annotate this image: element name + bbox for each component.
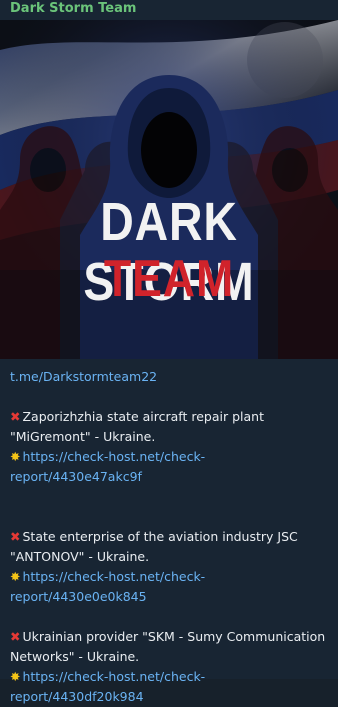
post-item: ✖ Ukrainian provider "SKM - Sumy Communic…	[10, 627, 328, 707]
check-host-link-cont[interactable]: report/4430df20k984	[10, 689, 144, 704]
post-target: State enterprise of the aviation industr…	[22, 529, 298, 544]
post-target-cont: "ANTONOV" - Ukraine.	[10, 549, 150, 564]
check-host-link[interactable]: https://check-host.net/check-	[22, 449, 205, 464]
channel-name[interactable]: Dark Storm Team	[0, 0, 338, 20]
poster-title-line2: TEAM	[103, 250, 235, 308]
post-target: Zaporizhzhia state aircraft repair plant	[22, 409, 264, 424]
check-host-link[interactable]: https://check-host.net/check-	[22, 569, 205, 584]
post-target-cont: Networks" - Ukraine.	[10, 649, 140, 664]
check-host-link-cont[interactable]: report/4430e47akc9f	[10, 469, 142, 484]
channel-link[interactable]: t.me/Darkstormteam22	[10, 369, 157, 384]
post-item: ✖ Zaporizhzhia state aircraft repair plan…	[10, 407, 328, 487]
message-bubble: Dark Storm Team DARK STORM TEAM t.me/Dar…	[0, 0, 338, 704]
cross-mark-icon: ✖	[10, 409, 21, 424]
glowing-star-icon: ✸	[10, 569, 21, 584]
check-host-link[interactable]: https://check-host.net/check-	[22, 669, 205, 684]
glowing-star-icon: ✸	[10, 449, 21, 464]
post-target: Ukrainian provider "SKM - Sumy Communica…	[22, 629, 326, 644]
glowing-star-icon: ✸	[10, 669, 21, 684]
cross-mark-icon: ✖	[10, 529, 21, 544]
message-text: t.me/Darkstormteam22 ✖ Zaporizhzhia state…	[0, 359, 338, 707]
post-item: ✖ State enterprise of the aviation indust…	[10, 527, 328, 607]
cross-mark-icon: ✖	[10, 629, 21, 644]
channel-poster-image[interactable]: DARK STORM TEAM	[0, 20, 338, 359]
post-target-cont: "MiGremont" - Ukraine.	[10, 429, 156, 444]
check-host-link-cont[interactable]: report/4430e0e0k845	[10, 589, 147, 604]
